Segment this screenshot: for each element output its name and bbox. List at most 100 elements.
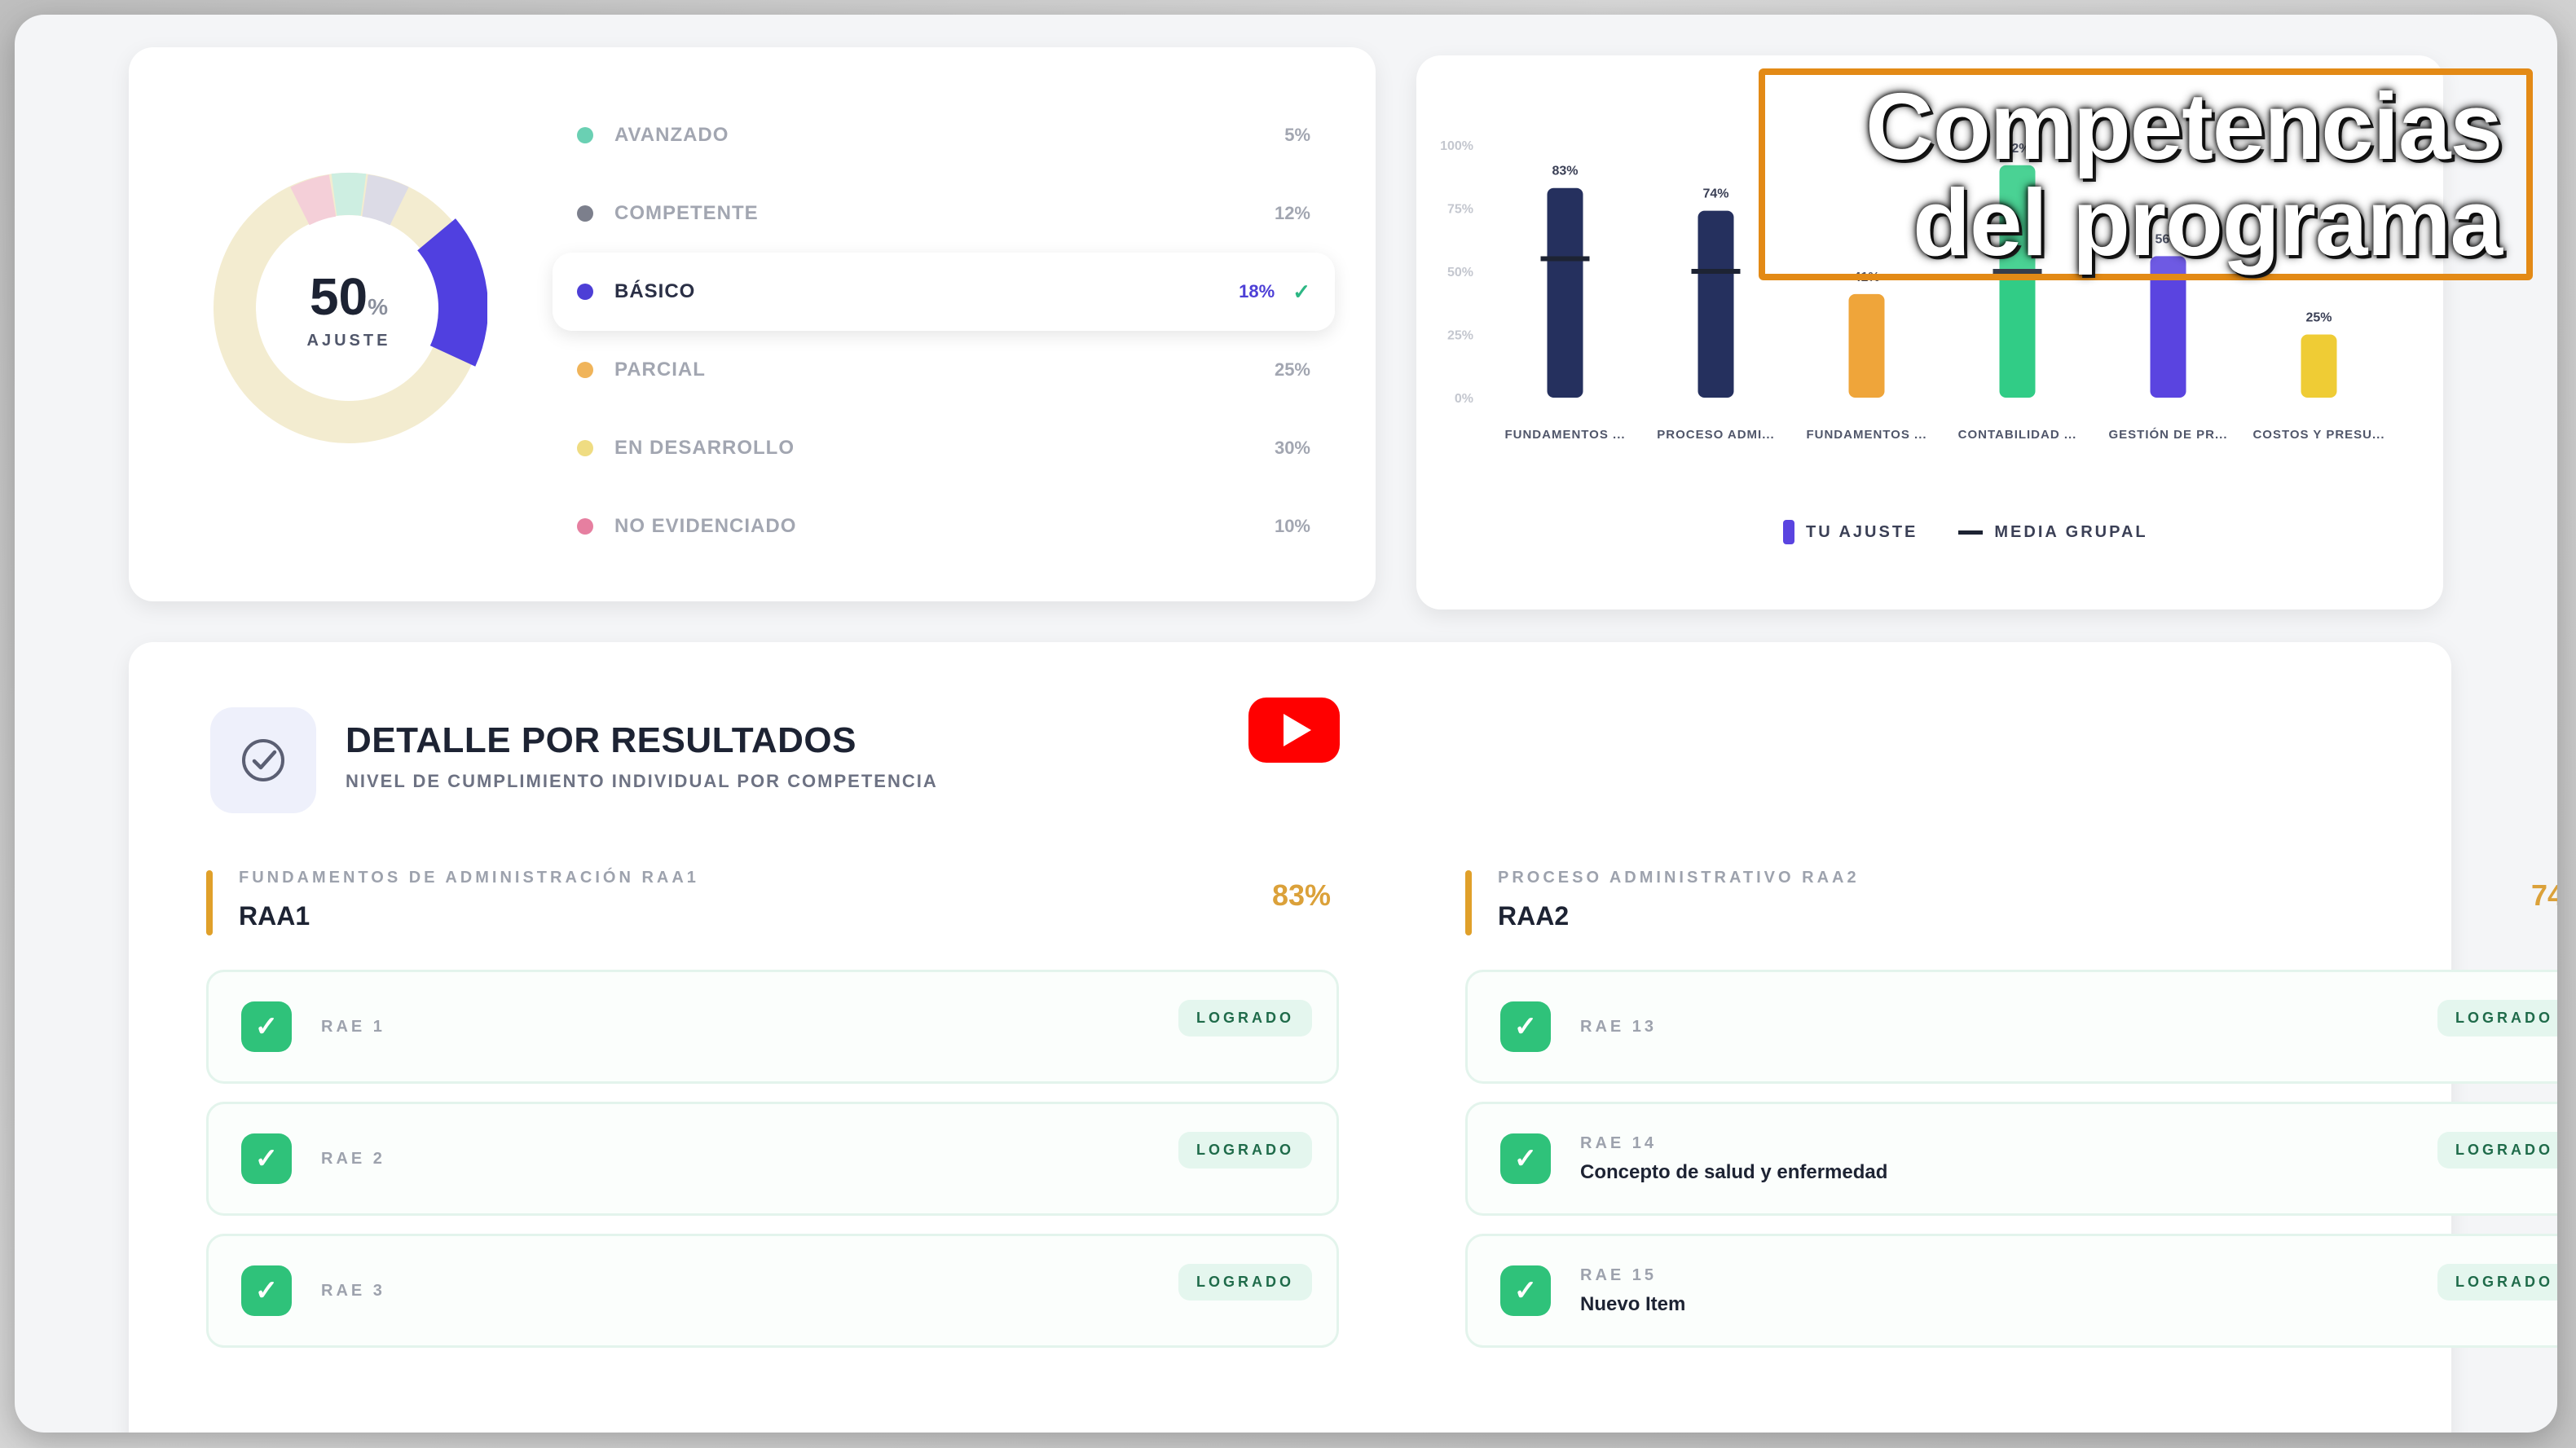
item-text: RAE 15 Nuevo Item <box>1580 1266 1685 1316</box>
bar-mark <box>1698 210 1734 398</box>
level-dot-icon <box>577 127 593 143</box>
video-play-button[interactable] <box>1248 698 1340 763</box>
check-circle-icon-svg <box>242 739 284 781</box>
block-header: FUNDAMENTOS DE ADMINISTRACIÓN RAA1 RAA1 … <box>206 862 1339 952</box>
level-dot-icon <box>577 362 593 378</box>
page-subtitle: NIVEL DE CUMPLIMIENTO INDIVIDUAL POR COM… <box>346 771 938 791</box>
status-badge: LOGRADO <box>1178 1000 1312 1036</box>
item-code: RAE 15 <box>1580 1265 1658 1284</box>
dashboard-sheet: 50% AJUSTE AVANZADO 5% COMPETENTE 12% BÁ… <box>15 15 2557 1433</box>
level-percent: 10% <box>1274 516 1310 536</box>
status-badge: LOGRADO <box>2437 1132 2557 1169</box>
item-description: Nuevo Item <box>1580 1292 1686 1315</box>
block-percent: 83% <box>1271 878 1331 912</box>
level-row-no-evidenciado[interactable]: NO EVIDENCIADO 10% <box>553 487 1335 566</box>
legend-label: MEDIA GRUPAL <box>1994 522 2148 541</box>
item-code: RAE 14 <box>1580 1133 1658 1152</box>
block-kicker: FUNDAMENTOS DE ADMINISTRACIÓN RAA1 <box>239 869 699 887</box>
check-icon: ✓ <box>1292 279 1310 304</box>
donut-center: 50% AJUSTE <box>259 218 438 398</box>
donut-value-wrap: 50% <box>310 266 388 327</box>
level-dot-icon <box>577 284 593 300</box>
level-percent: 18% <box>1239 281 1275 301</box>
list-item[interactable]: ✓ RAE 2 LOGRADO <box>206 1102 1339 1216</box>
level-percent: 25% <box>1274 359 1310 380</box>
item-text: RAE 13 <box>1580 1018 1657 1036</box>
title-overlay: Competencias del programa <box>1759 68 2533 280</box>
page-title: DETALLE POR RESULTADOS <box>346 720 856 760</box>
bar-mark <box>1547 187 1583 398</box>
level-dot-icon <box>577 205 593 222</box>
mean-marker <box>1691 269 1741 274</box>
level-name: BÁSICO <box>614 280 696 302</box>
level-row-competente[interactable]: COMPETENTE 12% <box>553 174 1335 253</box>
level-row-parcial[interactable]: PARCIAL 25% <box>553 331 1335 409</box>
list-item[interactable]: ✓ RAE 1 LOGRADO <box>206 970 1339 1084</box>
accent-bar <box>1465 870 1472 935</box>
chart-legend: TU AJUSTE MEDIA GRUPAL <box>1783 520 2148 544</box>
legend-label: TU AJUSTE <box>1806 522 1918 541</box>
item-text: RAE 1 <box>321 1018 385 1036</box>
list-item[interactable]: ✓ RAE 3 LOGRADO <box>206 1234 1339 1348</box>
x-tick-label: FUNDAMENTOS ... <box>1504 428 1625 442</box>
level-percent: 12% <box>1274 203 1310 223</box>
status-badge: LOGRADO <box>1178 1264 1312 1301</box>
donut-unit: % <box>368 293 389 319</box>
x-tick-label: CONTABILIDAD ... <box>1958 428 2077 442</box>
level-name: PARCIAL <box>614 359 706 381</box>
level-row-avanzado[interactable]: AVANZADO 5% <box>553 96 1335 174</box>
list-item[interactable]: ✓ RAE 14 Concepto de salud y enfermedad … <box>1465 1102 2557 1216</box>
level-row-en-desarrollo[interactable]: EN DESARROLLO 30% <box>553 409 1335 487</box>
check-icon: ✓ <box>241 1265 292 1316</box>
item-text: RAE 14 Concepto de salud y enfermedad <box>1580 1134 1887 1184</box>
check-icon: ✓ <box>1500 1133 1551 1184</box>
item-code: RAE 13 <box>1580 1017 1658 1036</box>
play-icon <box>1284 714 1311 746</box>
bar-mark <box>1848 293 1885 398</box>
item-text: RAE 2 <box>321 1150 385 1169</box>
y-tick-label: 25% <box>1447 329 1473 343</box>
donut-fill-arc <box>416 218 488 367</box>
level-percent: 5% <box>1284 125 1310 145</box>
block-kicker: PROCESO ADMINISTRATIVO RAA2 <box>1498 869 1860 887</box>
x-tick-label: FUNDAMENTOS ... <box>1806 428 1926 442</box>
level-list: AVANZADO 5% COMPETENTE 12% BÁSICO 18% ✓ … <box>553 96 1335 566</box>
block-percent: 74% <box>2530 878 2557 912</box>
x-tick-label: PROCESO ADMI... <box>1657 428 1774 442</box>
y-tick-label: 0% <box>1455 392 1473 406</box>
status-badge: LOGRADO <box>2437 1000 2557 1036</box>
check-circle-icon <box>210 707 316 813</box>
level-name: AVANZADO <box>614 124 729 146</box>
block-name: RAA1 <box>239 901 310 931</box>
level-dot-icon <box>577 518 593 535</box>
competency-block-raa1: FUNDAMENTOS DE ADMINISTRACIÓN RAA1 RAA1 … <box>206 862 1339 1348</box>
overlay-title-line-2: del programa <box>1913 169 2503 275</box>
y-tick-label: 100% <box>1440 139 1473 153</box>
item-code: RAE 2 <box>321 1149 385 1168</box>
overlay-title-line-1: Competencias <box>1865 73 2503 179</box>
legend-item-tu-ajuste[interactable]: TU AJUSTE <box>1783 520 1918 544</box>
legend-item-media-grupal[interactable]: MEDIA GRUPAL <box>1958 523 2147 542</box>
x-tick-label: GESTIÓN DE PR... <box>2108 427 2227 442</box>
status-badge: LOGRADO <box>2437 1264 2557 1301</box>
level-percent: 30% <box>1274 438 1310 458</box>
bar-value-label: 83% <box>1552 165 1578 178</box>
bar-mark <box>2301 334 2337 398</box>
block-header: PROCESO ADMINISTRATIVO RAA2 RAA2 74% <box>1465 862 2557 952</box>
check-icon: ✓ <box>1500 1001 1551 1052</box>
status-badge: LOGRADO <box>1178 1132 1312 1169</box>
block-name: RAA2 <box>1498 901 1570 931</box>
donut-segment-grey <box>361 174 409 226</box>
x-tick-label: COSTOS Y PRESU... <box>2252 428 2384 442</box>
item-code: RAE 1 <box>321 1017 385 1036</box>
levels-card: 50% AJUSTE AVANZADO 5% COMPETENTE 12% BÁ… <box>129 47 1376 601</box>
legend-bar-swatch <box>1783 520 1794 544</box>
level-row-basico[interactable]: BÁSICO 18% ✓ <box>553 253 1335 331</box>
bar-value-label: 74% <box>1702 187 1728 201</box>
item-text: RAE 3 <box>321 1282 385 1301</box>
y-tick-label: 50% <box>1447 266 1473 279</box>
list-item[interactable]: ✓ RAE 15 Nuevo Item LOGRADO <box>1465 1234 2557 1348</box>
donut-segment-pink <box>290 174 337 226</box>
level-name: COMPETENTE <box>614 202 759 224</box>
list-item[interactable]: ✓ RAE 13 LOGRADO <box>1465 970 2557 1084</box>
